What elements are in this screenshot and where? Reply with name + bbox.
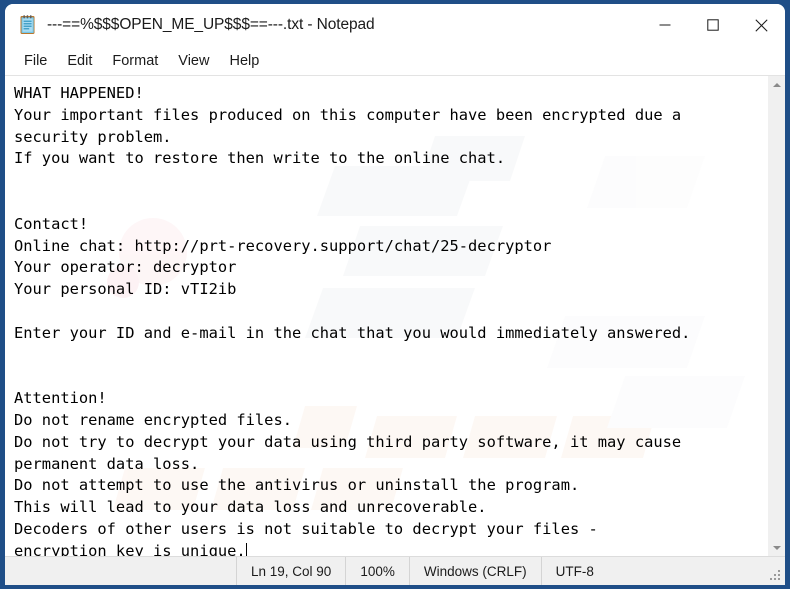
- status-zoom-level[interactable]: 100%: [346, 557, 410, 585]
- resize-grip[interactable]: [770, 570, 782, 582]
- text-caret: [245, 542, 247, 556]
- menu-item-help[interactable]: Help: [219, 50, 269, 72]
- vertical-scrollbar[interactable]: [767, 76, 785, 556]
- editor-text-body: WHAT HAPPENED! Your important files prod…: [14, 84, 691, 556]
- menu-bar: File Edit Format View Help: [5, 46, 785, 76]
- scroll-down-arrow[interactable]: [768, 539, 785, 556]
- status-cursor-position: Ln 19, Col 90: [237, 557, 347, 585]
- menu-item-edit[interactable]: Edit: [57, 50, 102, 72]
- maximize-button[interactable]: [689, 4, 737, 46]
- status-bar: Ln 19, Col 90 100% Windows (CRLF) UTF-8: [5, 556, 785, 585]
- window-title: ---==%$$$OPEN_ME_UP$$$==---.txt - Notepa…: [47, 16, 375, 33]
- editor-text[interactable]: WHAT HAPPENED! Your important files prod…: [5, 76, 767, 556]
- notepad-icon: [19, 15, 37, 35]
- menu-item-view[interactable]: View: [168, 50, 219, 72]
- window-frame: ---==%$$$OPEN_ME_UP$$$==---.txt - Notepa…: [0, 0, 790, 589]
- status-encoding[interactable]: UTF-8: [542, 557, 608, 585]
- title-bar[interactable]: ---==%$$$OPEN_ME_UP$$$==---.txt - Notepa…: [5, 4, 785, 46]
- window-controls: [641, 4, 785, 46]
- minimize-button[interactable]: [641, 4, 689, 46]
- notepad-window: ---==%$$$OPEN_ME_UP$$$==---.txt - Notepa…: [5, 4, 785, 585]
- close-button[interactable]: [737, 4, 785, 46]
- status-bar-spacer: [5, 557, 237, 585]
- menu-item-file[interactable]: File: [14, 50, 57, 72]
- status-line-ending[interactable]: Windows (CRLF): [410, 557, 542, 585]
- editor-area: WHAT HAPPENED! Your important files prod…: [5, 76, 785, 556]
- menu-item-format[interactable]: Format: [102, 50, 168, 72]
- scroll-up-arrow[interactable]: [768, 76, 785, 93]
